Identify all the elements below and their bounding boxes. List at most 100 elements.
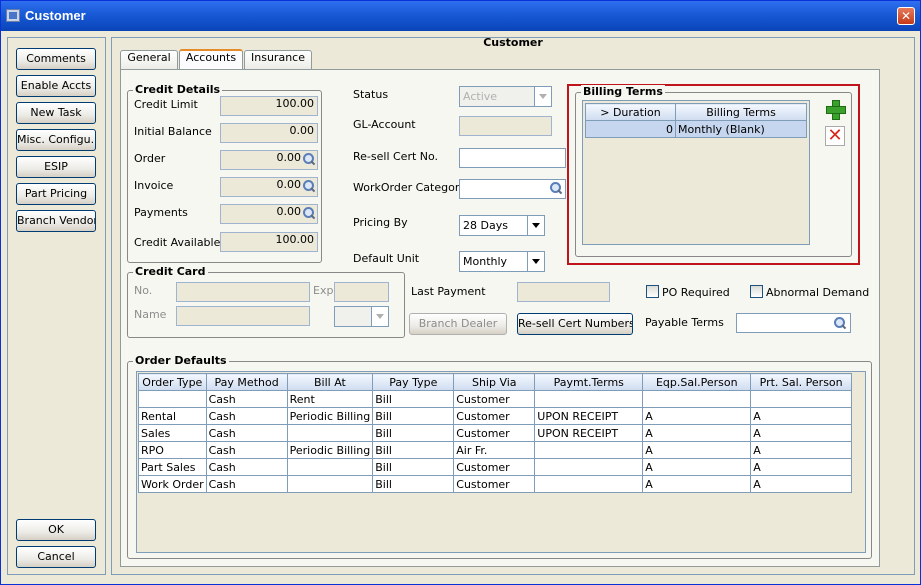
order-search-icon[interactable] bbox=[302, 152, 316, 166]
table-row[interactable]: Sales Cash Bill Customer UPON RECEIPT A A bbox=[138, 424, 852, 442]
order-defaults-cell[interactable] bbox=[534, 441, 644, 459]
title-bar[interactable]: Customer ✕ bbox=[1, 1, 920, 31]
close-icon[interactable]: ✕ bbox=[897, 7, 915, 25]
order-defaults-cell[interactable]: Periodic Billing bbox=[286, 441, 374, 459]
branch-vendor-button[interactable]: Branch Vendor bbox=[16, 210, 96, 232]
table-row[interactable]: Rental Cash Periodic Billing Bill Customer UP… bbox=[138, 407, 852, 425]
order-defaults-cell[interactable]: Periodic Billing bbox=[286, 407, 374, 425]
part-pricing-button[interactable]: Part Pricing bbox=[16, 183, 96, 205]
order-defaults-cell[interactable] bbox=[286, 424, 374, 442]
order-defaults-cell[interactable]: Air Fr. bbox=[453, 441, 536, 459]
order-defaults-cell[interactable] bbox=[534, 390, 644, 408]
order-defaults-cell[interactable]: UPON RECEIPT bbox=[534, 424, 644, 442]
col-eqp-sal-person[interactable]: Eqp.Sal.Person bbox=[642, 373, 752, 391]
default-unit-value: Monthly bbox=[463, 255, 508, 268]
order-defaults-cell[interactable]: A bbox=[750, 458, 852, 476]
billing-terms-table-area: > Duration Billing Terms 0 Monthly (Blan… bbox=[582, 100, 810, 245]
payments-search-icon[interactable] bbox=[302, 206, 316, 220]
table-row[interactable]: Work Order Cash Bill Customer A A bbox=[138, 475, 852, 493]
order-defaults-cell[interactable]: Customer bbox=[453, 458, 536, 476]
order-defaults-cell[interactable]: Bill bbox=[372, 441, 455, 459]
invoice-search-icon[interactable] bbox=[302, 179, 316, 193]
add-plus-icon[interactable] bbox=[825, 99, 846, 120]
misc-config-button[interactable]: Misc. Configu... bbox=[16, 129, 96, 151]
order-defaults-cell[interactable]: A bbox=[750, 424, 852, 442]
ok-button[interactable]: OK bbox=[16, 519, 96, 541]
order-defaults-cell[interactable]: Bill bbox=[372, 407, 455, 425]
order-defaults-cell[interactable] bbox=[534, 475, 644, 493]
esip-button[interactable]: ESIP bbox=[16, 156, 96, 178]
enable-accts-button[interactable]: Enable Accts bbox=[16, 75, 96, 97]
table-row[interactable]: 0 Monthly (Blank) bbox=[585, 120, 807, 138]
branch-dealer-button[interactable]: Branch Dealer bbox=[409, 313, 507, 335]
order-defaults-cell[interactable]: Cash bbox=[205, 441, 288, 459]
order-defaults-cell[interactable]: Cash bbox=[205, 458, 288, 476]
order-defaults-cell[interactable]: Part Sales bbox=[138, 458, 207, 476]
col-pay-type[interactable]: Pay Type bbox=[372, 373, 455, 391]
order-defaults-cell[interactable]: A bbox=[642, 407, 752, 425]
col-bill-at[interactable]: Bill At bbox=[286, 373, 374, 391]
pricing-by-dropdown-icon[interactable] bbox=[527, 216, 544, 235]
table-row[interactable]: Cash Rent Bill Customer bbox=[138, 390, 852, 408]
workorder-category-search-icon[interactable] bbox=[549, 181, 563, 195]
billing-col-terms[interactable]: Billing Terms bbox=[675, 103, 807, 121]
order-defaults-cell[interactable]: Cash bbox=[205, 390, 288, 408]
order-defaults-cell[interactable]: A bbox=[642, 475, 752, 493]
order-defaults-cell[interactable]: A bbox=[642, 441, 752, 459]
order-defaults-cell[interactable]: Bill bbox=[372, 475, 455, 493]
order-defaults-cell[interactable]: Rental bbox=[138, 407, 207, 425]
tab-accounts[interactable]: Accounts bbox=[179, 49, 243, 70]
order-defaults-cell[interactable] bbox=[286, 458, 374, 476]
order-defaults-cell[interactable]: A bbox=[642, 424, 752, 442]
col-ship-via[interactable]: Ship Via bbox=[453, 373, 536, 391]
col-order-type[interactable]: Order Type bbox=[138, 373, 207, 391]
order-defaults-cell[interactable]: UPON RECEIPT bbox=[534, 407, 644, 425]
billing-col-duration[interactable]: > Duration bbox=[585, 103, 676, 121]
order-defaults-cell[interactable] bbox=[534, 458, 644, 476]
order-defaults-cell[interactable]: Bill bbox=[372, 390, 455, 408]
col-prt-sal-person[interactable]: Prt. Sal. Person bbox=[750, 373, 852, 391]
order-defaults-cell[interactable]: Customer bbox=[453, 390, 536, 408]
resell-cert-numbers-button[interactable]: Re-sell Cert Numbers bbox=[517, 313, 633, 335]
order-defaults-cell[interactable] bbox=[642, 390, 752, 408]
order-defaults-cell[interactable]: A bbox=[750, 407, 852, 425]
abnormal-demand-checkbox[interactable] bbox=[750, 285, 763, 298]
order-defaults-cell[interactable]: Bill bbox=[372, 424, 455, 442]
tab-insurance[interactable]: Insurance bbox=[244, 50, 312, 70]
po-required-checkbox[interactable] bbox=[646, 285, 659, 298]
order-defaults-cell[interactable]: Cash bbox=[205, 407, 288, 425]
default-unit-dropdown-icon[interactable] bbox=[527, 252, 544, 271]
delete-x-icon[interactable]: ✕ bbox=[825, 126, 845, 146]
default-unit-combo[interactable]: Monthly bbox=[459, 251, 545, 272]
cancel-button[interactable]: Cancel bbox=[16, 546, 96, 568]
order-defaults-cell[interactable]: A bbox=[750, 475, 852, 493]
table-row[interactable]: Part Sales Cash Bill Customer A A bbox=[138, 458, 852, 476]
order-defaults-cell[interactable]: Cash bbox=[205, 424, 288, 442]
pricing-by-combo[interactable]: 28 Days bbox=[459, 215, 545, 236]
order-defaults-cell[interactable]: Bill bbox=[372, 458, 455, 476]
order-defaults-cell[interactable] bbox=[286, 475, 374, 493]
order-defaults-cell[interactable]: Sales bbox=[138, 424, 207, 442]
new-task-button[interactable]: New Task bbox=[16, 102, 96, 124]
workorder-category-label: WorkOrder Category bbox=[353, 181, 466, 194]
billing-duration-cell[interactable]: 0 bbox=[585, 120, 676, 138]
resell-cert-input[interactable] bbox=[459, 148, 566, 168]
col-paymt-terms[interactable]: Paymt.Terms bbox=[534, 373, 644, 391]
order-defaults-cell[interactable]: Work Order bbox=[138, 475, 207, 493]
order-defaults-cell[interactable]: Cash bbox=[205, 475, 288, 493]
tab-general[interactable]: General bbox=[120, 50, 178, 70]
order-defaults-cell[interactable] bbox=[138, 390, 207, 408]
order-defaults-cell[interactable]: Rent bbox=[286, 390, 374, 408]
order-defaults-cell[interactable]: A bbox=[750, 441, 852, 459]
order-defaults-cell[interactable]: RPO bbox=[138, 441, 207, 459]
comments-button[interactable]: Comments bbox=[16, 48, 96, 70]
order-defaults-cell[interactable]: Customer bbox=[453, 424, 536, 442]
payable-terms-search-icon[interactable] bbox=[833, 316, 847, 330]
order-defaults-cell[interactable]: A bbox=[642, 458, 752, 476]
order-defaults-cell[interactable]: Customer bbox=[453, 475, 536, 493]
table-row[interactable]: RPO Cash Periodic Billing Bill Air Fr. A A bbox=[138, 441, 852, 459]
order-defaults-cell[interactable]: Customer bbox=[453, 407, 536, 425]
order-defaults-cell[interactable] bbox=[750, 390, 852, 408]
billing-terms-cell[interactable]: Monthly (Blank) bbox=[675, 120, 807, 138]
col-pay-method[interactable]: Pay Method bbox=[205, 373, 288, 391]
